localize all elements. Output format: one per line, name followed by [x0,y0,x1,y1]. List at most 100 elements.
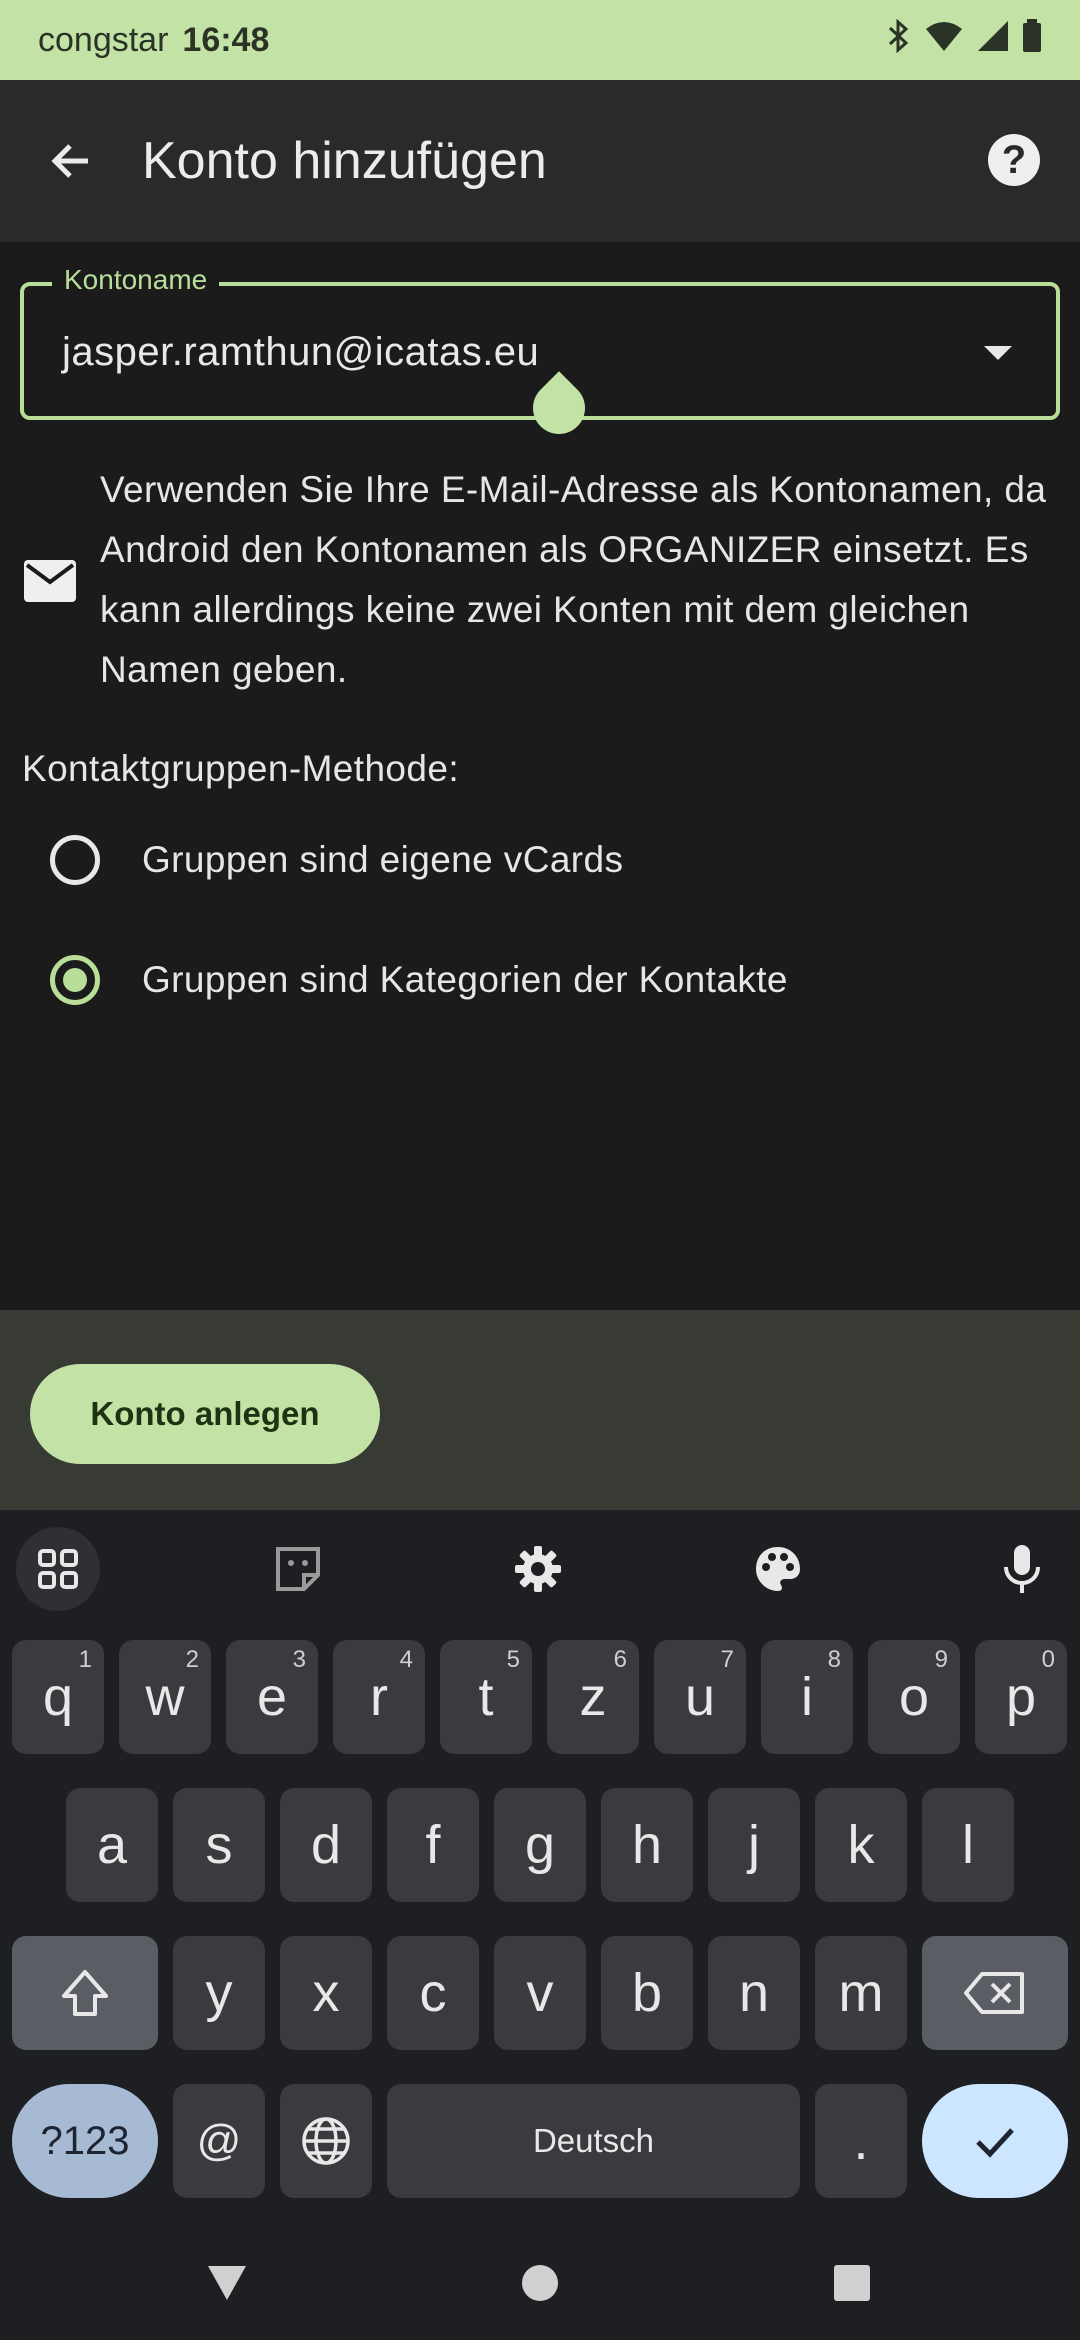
key-a[interactable]: a [66,1788,158,1902]
key-label: k [847,1815,875,1875]
key-label: w [145,1667,185,1727]
enter-key[interactable] [922,2084,1068,2198]
mail-icon [24,560,76,602]
key-label: v [526,1963,554,2023]
key-r[interactable]: r4 [333,1640,425,1754]
key-f[interactable]: f [387,1788,479,1902]
space-key[interactable]: Deutsch [387,2084,800,2198]
key-q[interactable]: q1 [12,1640,104,1754]
key-label: j [748,1815,760,1875]
key-hint: 4 [399,1646,413,1673]
key-p[interactable]: p0 [975,1640,1067,1754]
dropdown-arrow-icon[interactable] [984,346,1012,360]
carrier-name: congstar [38,20,169,59]
contact-group-method-label: Kontaktgruppen-Methode: [22,748,460,789]
key-label: e [256,1667,288,1727]
shift-key[interactable] [12,1936,158,2050]
settings-gear-icon[interactable] [496,1527,580,1611]
create-account-button[interactable]: Konto anlegen [30,1364,380,1464]
key-u[interactable]: u7 [654,1640,746,1754]
language-key[interactable] [280,2084,372,2198]
key-label: z [579,1667,607,1727]
arrow-back-icon[interactable] [36,126,106,196]
key-label: r [370,1667,388,1727]
key-j[interactable]: j [708,1788,800,1902]
app-bar: Konto hinzufügen ? [0,80,1080,242]
account-name-value[interactable]: jasper.ramthun@icatas.eu [62,330,539,375]
key-x[interactable]: x [280,1936,372,2050]
nav-back-icon[interactable] [206,2262,248,2304]
key-v[interactable]: v [494,1936,586,2050]
nav-home-icon[interactable] [520,2262,560,2304]
key-i[interactable]: i8 [761,1640,853,1754]
key-y[interactable]: y [173,1936,265,2050]
info-text: Verwenden Sie Ihre E-Mail-Adresse als Ko… [100,469,1047,690]
help-icon[interactable]: ? [988,134,1040,186]
nav-recents-icon[interactable] [832,2262,872,2304]
key-l[interactable]: l [922,1788,1014,1902]
key-label: q [42,1667,74,1727]
key-m[interactable]: m [815,1936,907,2050]
key-w[interactable]: w2 [119,1640,211,1754]
key-h[interactable]: h [601,1788,693,1902]
sticker-icon[interactable] [256,1527,340,1611]
navigation-bar [0,2230,1080,2340]
key-d[interactable]: d [280,1788,372,1902]
key-label: a [96,1815,128,1875]
signal-icon [976,19,1010,62]
key-label: o [898,1667,930,1727]
apps-grid-icon[interactable] [16,1527,100,1611]
key-hint: 0 [1041,1646,1055,1673]
microphone-icon[interactable] [980,1527,1064,1611]
battery-icon [1022,18,1042,62]
palette-icon[interactable] [736,1527,820,1611]
key-label: h [631,1815,663,1875]
clock: 16:48 [182,20,270,59]
key-label: i [801,1667,813,1727]
key-label: x [312,1963,340,2023]
keyboard-toolbar [0,1510,1080,1620]
radio-label[interactable]: Gruppen sind Kategorien der Kontakte [142,959,788,1001]
globe-icon [302,2117,350,2165]
key-hint: 2 [185,1646,199,1673]
key-label: l [962,1815,974,1875]
key-label: d [310,1815,342,1875]
status-bar: congstar 16:48 [0,0,1080,80]
radio-button-checked[interactable] [50,955,100,1005]
backspace-icon [964,1972,1024,2014]
key-label: t [478,1667,494,1727]
key-hint: 9 [934,1646,948,1673]
key-label: s [205,1815,233,1875]
key-t[interactable]: t5 [440,1640,532,1754]
account-name-label: Kontoname [52,264,220,296]
bottom-action-bar: Konto anlegen [0,1310,1080,1510]
key-s[interactable]: s [173,1788,265,1902]
radio-button[interactable] [50,835,100,885]
key-label: c [419,1963,447,2023]
key-e[interactable]: e3 [226,1640,318,1754]
key-n[interactable]: n [708,1936,800,2050]
shift-icon [62,1970,108,2016]
period-key[interactable]: . [815,2084,907,2198]
key-hint: 3 [292,1646,306,1673]
key-label: f [425,1815,441,1875]
key-label: b [631,1963,663,2023]
key-label: p [1005,1667,1037,1727]
key-label: m [838,1963,884,2023]
key-k[interactable]: k [815,1788,907,1902]
at-key[interactable]: @ [173,2084,265,2198]
symbols-key[interactable]: ?123 [12,2084,158,2198]
key-hint: 1 [78,1646,92,1673]
radio-option-categories[interactable]: Gruppen sind Kategorien der Kontakte [50,955,788,1005]
key-g[interactable]: g [494,1788,586,1902]
soft-keyboard: q1 w2 e3 r4 t5 z6 u7 i8 o9 p0 a s d f g … [0,1510,1080,2230]
radio-option-vcards[interactable]: Gruppen sind eigene vCards [50,835,623,885]
checkmark-icon [976,2128,1014,2158]
key-z[interactable]: z6 [547,1640,639,1754]
wifi-icon [924,19,964,62]
radio-label[interactable]: Gruppen sind eigene vCards [142,839,623,881]
key-c[interactable]: c [387,1936,479,2050]
backspace-key[interactable] [922,1936,1068,2050]
key-o[interactable]: o9 [868,1640,960,1754]
key-b[interactable]: b [601,1936,693,2050]
